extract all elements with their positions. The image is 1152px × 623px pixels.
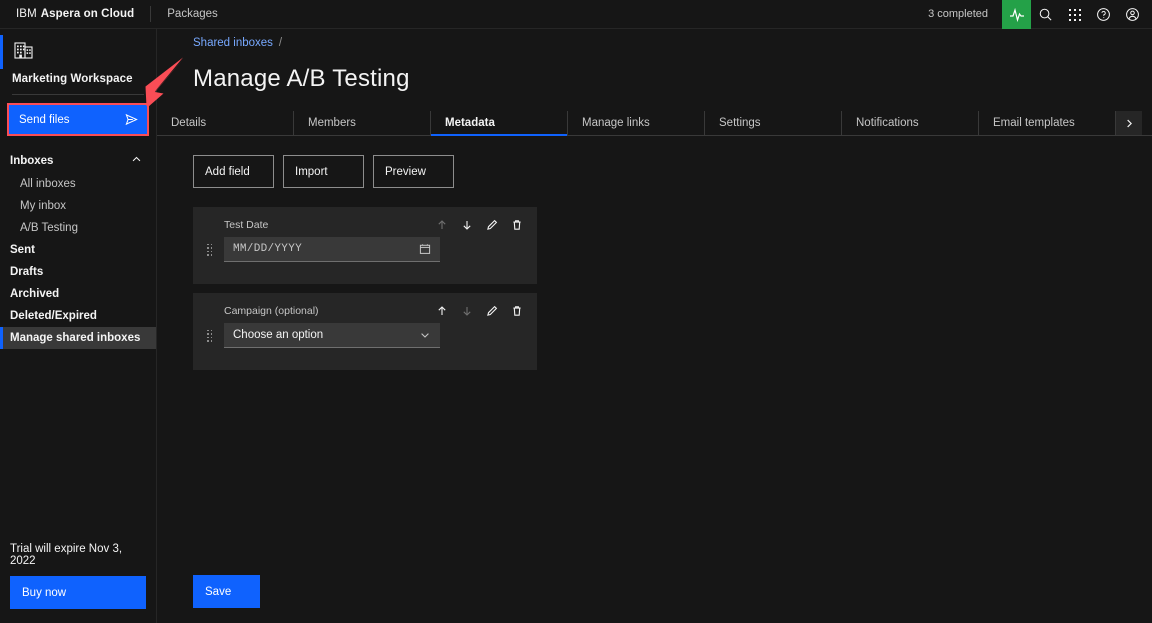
campaign-select[interactable]: Choose an option (224, 323, 440, 348)
tab-bar: Details Members Metadata Manage links Se… (157, 111, 1152, 136)
app-root: IBM Aspera on Cloud Packages 3 completed (0, 0, 1152, 623)
sidebar-item-my-inbox[interactable]: My inbox (0, 195, 156, 217)
preview-button[interactable]: Preview (373, 155, 454, 188)
sidebar-item-manage-shared-inboxes[interactable]: Manage shared inboxes (0, 327, 156, 349)
tab-manage-links[interactable]: Manage links (568, 111, 705, 135)
workspace-accent-bar (0, 35, 3, 69)
activity-pulse-icon[interactable] (1002, 0, 1031, 29)
drag-handle-icon[interactable] (207, 329, 215, 342)
import-button[interactable]: Import (283, 155, 364, 188)
page-title: Manage A/B Testing (193, 65, 410, 92)
sidebar-item-sent[interactable]: Sent (0, 239, 156, 261)
calendar-icon[interactable] (419, 243, 431, 255)
arrow-up-icon[interactable] (436, 305, 448, 317)
transfer-status-label: 3 completed (928, 8, 988, 20)
field-body: MM/DD/YYYY (207, 237, 523, 262)
metadata-field-card: Test Date MM/DD/YYYY (193, 207, 537, 284)
breadcrumb-link-shared-inboxes[interactable]: Shared inboxes (193, 37, 273, 49)
date-input-value: MM/DD/YYYY (233, 243, 303, 255)
tab-details[interactable]: Details (157, 111, 294, 135)
global-header: IBM Aspera on Cloud Packages 3 completed (0, 0, 1152, 29)
breadcrumb: Shared inboxes / (157, 29, 1152, 49)
sidebar-item-all-inboxes[interactable]: All inboxes (0, 173, 156, 195)
metadata-actions: Add field Import Preview (157, 136, 1152, 188)
user-avatar-icon[interactable] (1118, 0, 1147, 29)
tab-email-templates[interactable]: Email templates (979, 111, 1116, 135)
drag-handle-icon[interactable] (207, 243, 215, 256)
chevron-up-icon (131, 154, 142, 168)
sidebar-group-inboxes[interactable]: Inboxes (0, 149, 156, 173)
tab-metadata[interactable]: Metadata (431, 111, 568, 136)
field-body: Choose an option (207, 323, 523, 348)
app-switcher-icon[interactable] (1060, 0, 1089, 29)
sidebar-group-inboxes-label: Inboxes (10, 155, 54, 167)
field-label: Test Date (224, 219, 269, 231)
sidebar-item-ab-testing[interactable]: A/B Testing (0, 217, 156, 239)
sidebar: Marketing Workspace Send files Inboxes A… (0, 29, 157, 623)
save-button[interactable]: Save (193, 575, 260, 608)
header-nav-packages[interactable]: Packages (151, 0, 234, 28)
field-label: Campaign (optional) (224, 305, 319, 317)
sidebar-divider (12, 94, 144, 95)
send-files-button[interactable]: Send files (7, 103, 149, 136)
arrow-up-icon[interactable] (436, 219, 448, 231)
brand-logo[interactable]: IBM Aspera on Cloud (0, 0, 150, 28)
save-bar: Save (157, 575, 260, 608)
workspace-name: Marketing Workspace (12, 73, 133, 85)
metadata-field-card: Campaign (optional) Choose an option (193, 293, 537, 370)
header-spacer (234, 0, 914, 28)
campaign-select-value: Choose an option (233, 329, 324, 341)
sidebar-item-archived[interactable]: Archived (0, 283, 156, 305)
edit-pencil-icon[interactable] (486, 305, 498, 317)
tab-settings[interactable]: Settings (705, 111, 842, 135)
help-icon[interactable] (1089, 0, 1118, 29)
trial-expiry-text: Trial will expire Nov 3, 2022 (10, 543, 123, 567)
date-input[interactable]: MM/DD/YYYY (224, 237, 440, 262)
search-icon[interactable] (1031, 0, 1060, 29)
buy-now-button[interactable]: Buy now (10, 576, 146, 609)
trash-icon[interactable] (511, 305, 523, 317)
brand-product-label: Aspera on Cloud (40, 8, 135, 20)
tab-notifications[interactable]: Notifications (842, 111, 979, 135)
header-icon-group (1031, 0, 1152, 28)
edit-pencil-icon[interactable] (486, 219, 498, 231)
sidebar-item-drafts[interactable]: Drafts (0, 261, 156, 283)
chevron-down-icon[interactable] (419, 329, 431, 341)
breadcrumb-separator: / (278, 37, 283, 49)
arrow-down-icon[interactable] (461, 219, 473, 231)
sidebar-nav: Inboxes All inboxes My inbox A/B Testing… (0, 149, 156, 349)
sidebar-item-deleted-expired[interactable]: Deleted/Expired (0, 305, 156, 327)
field-tools (436, 219, 523, 231)
tab-members[interactable]: Members (294, 111, 431, 135)
send-files-wrapper: Send files (7, 103, 149, 136)
add-field-button[interactable]: Add field (193, 155, 274, 188)
field-header: Campaign (optional) (207, 305, 523, 317)
brand-ibm-label: IBM (16, 8, 37, 20)
main-content: Shared inboxes / Manage A/B Testing Deta… (157, 29, 1152, 623)
metadata-field-list: Test Date MM/DD/YYYY Campaign (optional)… (157, 188, 1152, 370)
chevron-right-icon[interactable] (1116, 111, 1142, 135)
workspace-block: Marketing Workspace (0, 29, 156, 85)
trash-icon[interactable] (511, 219, 523, 231)
arrow-down-icon[interactable] (461, 305, 473, 317)
send-files-label: Send files (19, 113, 70, 126)
send-paper-plane-icon (125, 113, 138, 126)
field-tools (436, 305, 523, 317)
office-building-icon (12, 38, 38, 64)
field-header: Test Date (207, 219, 523, 231)
